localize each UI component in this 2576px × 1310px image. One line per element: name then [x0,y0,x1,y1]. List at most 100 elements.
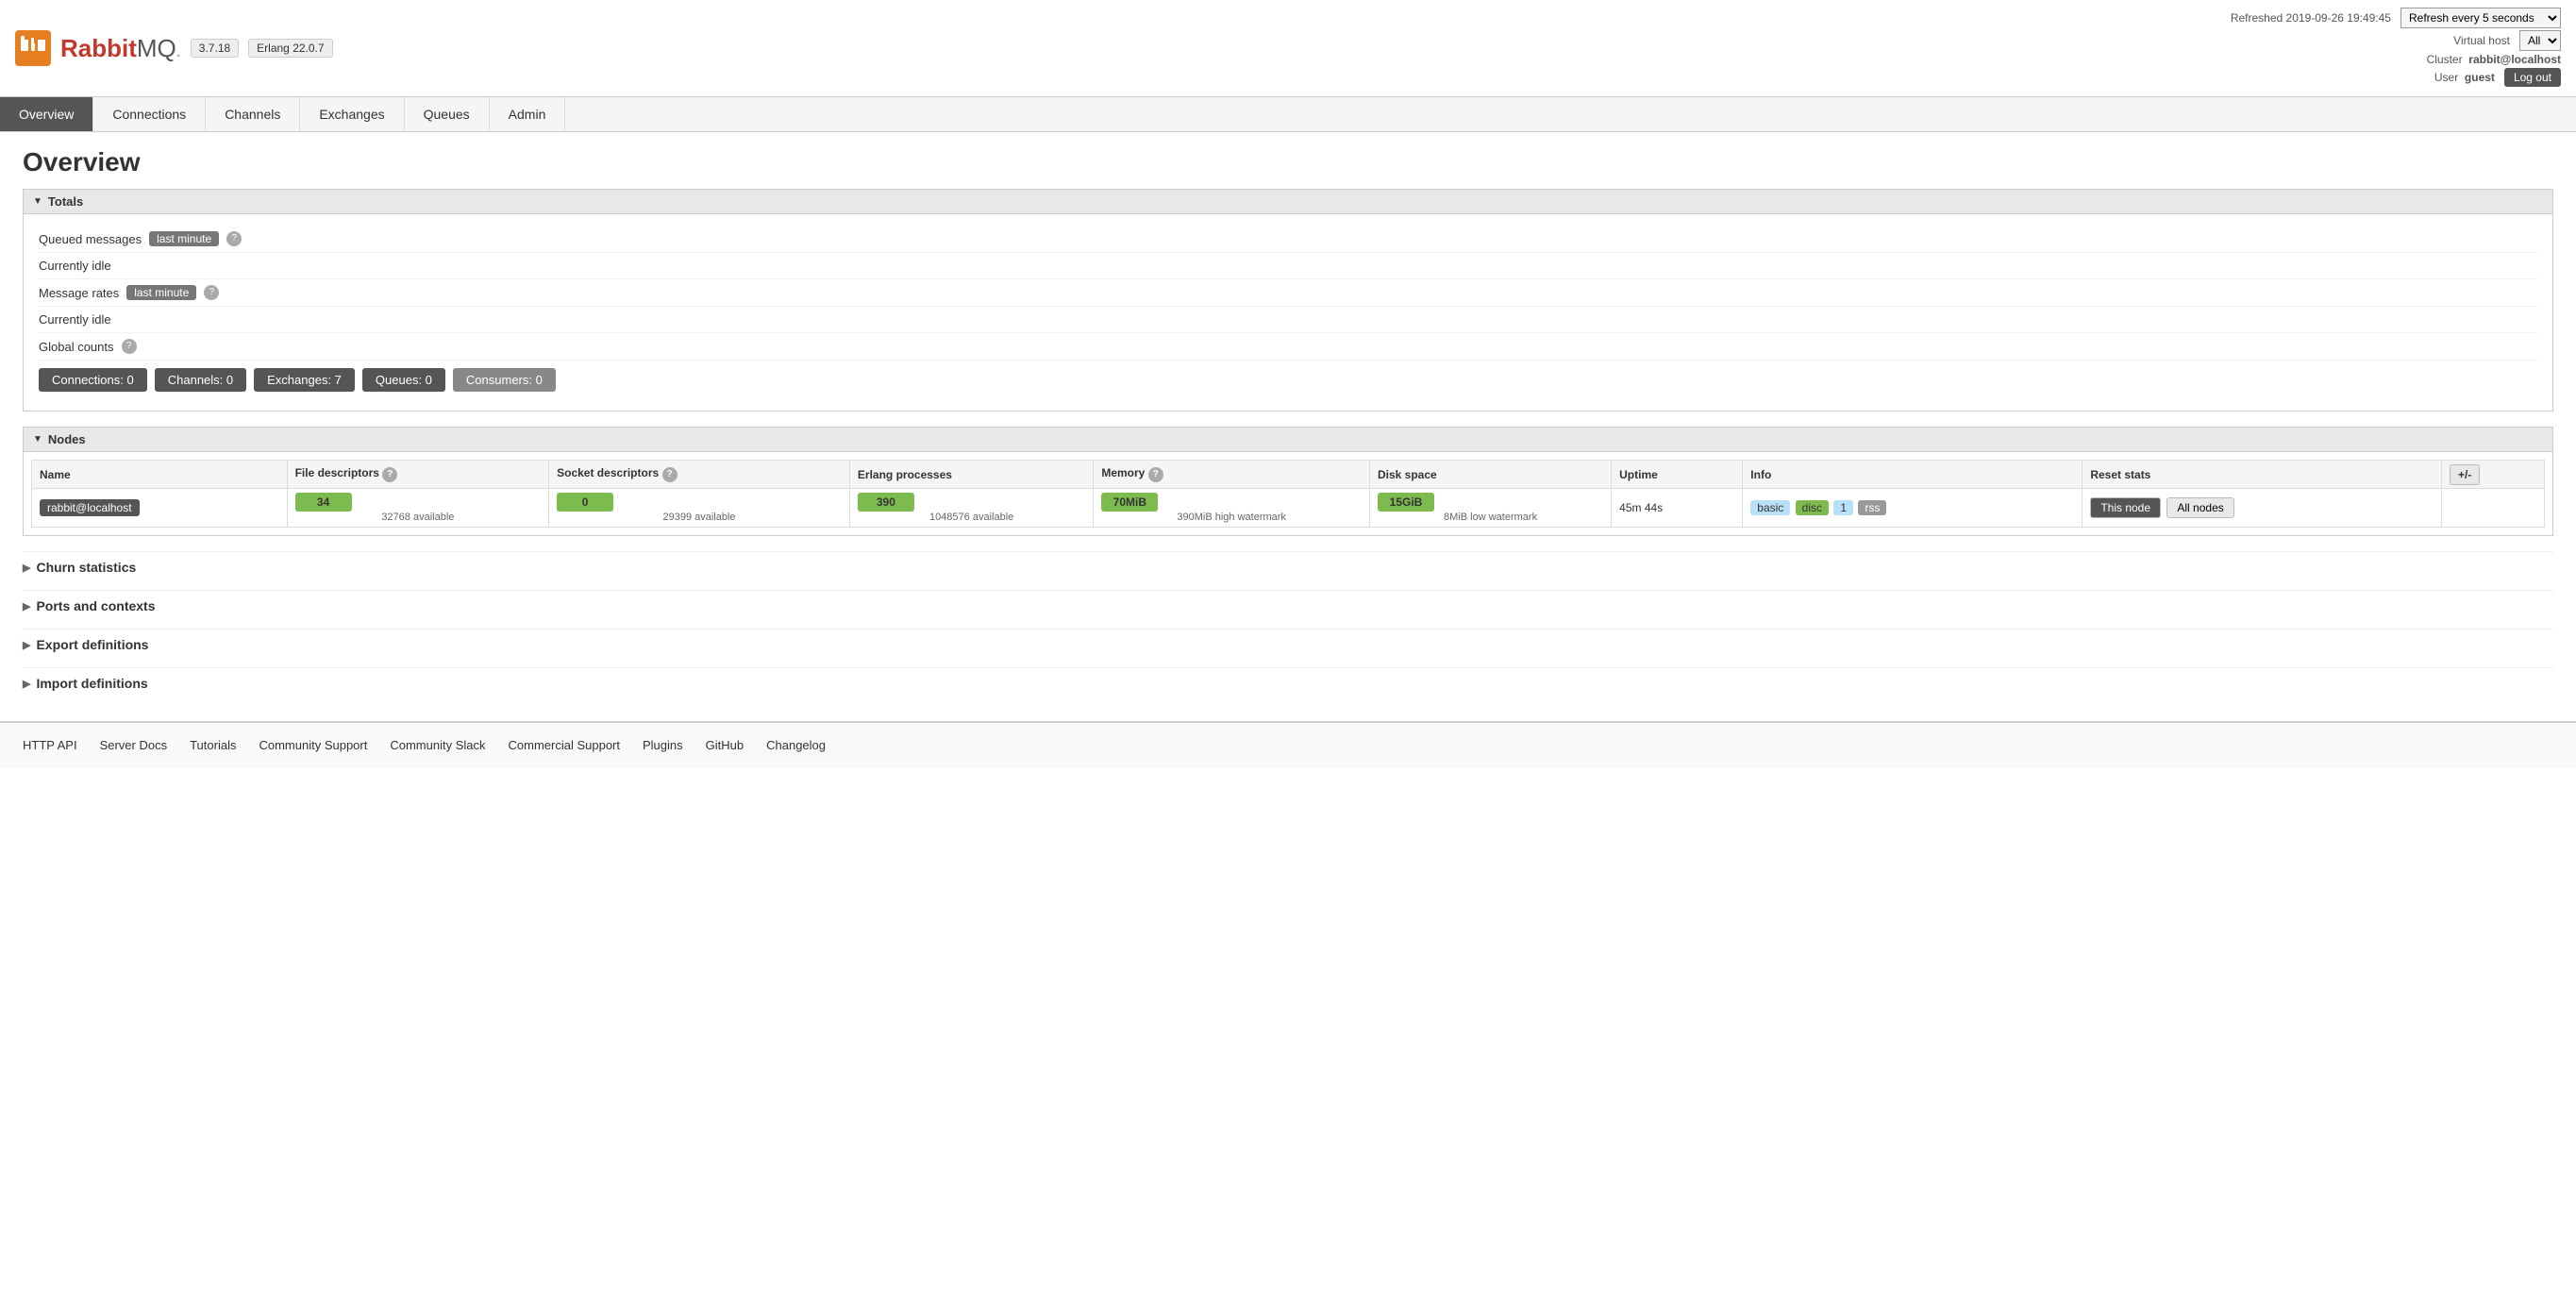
import-definitions-header[interactable]: ▶ Import definitions [23,667,2553,698]
erlang-badge: Erlang 22.0.7 [248,39,332,58]
info-tag-basic: basic [1750,500,1790,515]
nodes-section-label: Nodes [48,432,86,446]
user-label: User [2434,71,2458,84]
queued-messages-help[interactable]: ? [226,231,242,246]
churn-statistics-header[interactable]: ▶ Churn statistics [23,551,2553,582]
col-memory: Memory ? [1094,461,1370,489]
memory-cell: 70MiB 390MiB high watermark [1094,489,1370,528]
footer-link-server-docs[interactable]: Server Docs [100,738,168,752]
user-value: guest [2465,71,2495,84]
export-label: Export definitions [36,637,148,652]
queues-count-button[interactable]: Queues: 0 [362,368,445,392]
virtual-host-label: Virtual host [2453,34,2510,47]
refresh-select[interactable]: Refresh every 5 seconds No refresh Refre… [2400,8,2561,28]
file-desc-cell: 34 32768 available [287,489,549,528]
col-disk-space: Disk space [1369,461,1611,489]
message-rates-help[interactable]: ? [204,285,219,300]
virtual-host-select[interactable]: All [2519,30,2561,51]
erlang-proc-avail: 1048576 available [858,512,1085,523]
nodes-section: ▼ Nodes Name File descriptors ? Socket d… [23,427,2553,536]
currently-idle-2-text: Currently idle [39,312,111,327]
export-definitions-header[interactable]: ▶ Export definitions [23,629,2553,660]
logout-button[interactable]: Log out [2504,68,2561,87]
global-counts-help[interactable]: ? [122,339,137,354]
plus-minus-button[interactable]: +/- [2450,464,2480,485]
col-socket-desc: Socket descriptors ? [549,461,850,489]
this-node-button[interactable]: This node [2090,497,2161,518]
col-erlang-proc: Erlang processes [849,461,1093,489]
footer: HTTP API Server Docs Tutorials Community… [0,721,2576,767]
socket-desc-value: 0 [557,493,613,512]
node-name-cell: rabbit@localhost [32,489,288,528]
memory-help-icon[interactable]: ? [1148,467,1163,482]
footer-link-github[interactable]: GitHub [706,738,744,752]
node-name-badge: rabbit@localhost [40,499,140,516]
channels-count-button[interactable]: Channels: 0 [155,368,246,392]
currently-idle-1-row: Currently idle [39,253,2537,279]
nav-item-queues[interactable]: Queues [405,97,490,131]
file-desc-help-icon[interactable]: ? [382,467,397,482]
nodes-arrow-icon: ▼ [33,434,42,445]
cluster-label: Cluster [2427,53,2463,66]
footer-link-commercial-support[interactable]: Commercial Support [509,738,621,752]
socket-desc-avail: 29399 available [557,512,842,523]
counts-row: Connections: 0 Channels: 0 Exchanges: 7 … [39,361,2537,399]
global-counts-label: Global counts [39,340,114,354]
message-rates-label: Message rates [39,286,119,300]
queued-messages-label: Queued messages [39,232,142,246]
refreshed-label: Refreshed [2231,11,2283,25]
uptime-cell: 45m 44s [1612,489,1743,528]
ports-arrow-icon: ▶ [23,600,30,613]
col-reset-stats: Reset stats [2083,461,2442,489]
disk-watermark: 8MiB low watermark [1378,512,1603,523]
cluster-value: rabbit@localhost [2468,53,2561,66]
reset-stats-cell: This node All nodes [2083,489,2442,528]
churn-statistics-section: ▶ Churn statistics [23,551,2553,582]
nav-item-admin[interactable]: Admin [490,97,566,131]
currently-idle-1-text: Currently idle [39,259,111,273]
nav-item-connections[interactable]: Connections [93,97,206,131]
footer-link-plugins[interactable]: Plugins [643,738,683,752]
refreshed-timestamp: 2019-09-26 19:49:45 [2286,11,2391,25]
table-row: rabbit@localhost 34 32768 available 0 29… [32,489,2545,528]
col-info: Info [1743,461,2083,489]
totals-section-content: Queued messages last minute ? Currently … [23,214,2553,411]
app-logo-text: RabbitMQ. [60,34,181,63]
queued-messages-row: Queued messages last minute ? [39,226,2537,253]
import-definitions-section: ▶ Import definitions [23,667,2553,698]
col-file-desc: File descriptors ? [287,461,549,489]
totals-section-header[interactable]: ▼ Totals [23,189,2553,214]
message-rates-badge: last minute [126,285,196,300]
version-badge: 3.7.18 [191,39,239,58]
nav-item-channels[interactable]: Channels [206,97,300,131]
info-tag-disc: disc [1796,500,1829,515]
footer-link-community-support[interactable]: Community Support [259,738,367,752]
nav-item-exchanges[interactable]: Exchanges [300,97,404,131]
footer-link-http-api[interactable]: HTTP API [23,738,77,752]
ports-contexts-header[interactable]: ▶ Ports and contexts [23,590,2553,621]
extra-cell [2441,489,2544,528]
nodes-section-header[interactable]: ▼ Nodes [23,427,2553,452]
file-desc-value: 34 [295,493,352,512]
connections-count-button[interactable]: Connections: 0 [39,368,147,392]
col-plus-minus[interactable]: +/- [2441,461,2544,489]
all-nodes-button[interactable]: All nodes [2166,497,2233,518]
queued-messages-badge: last minute [149,231,219,246]
erlang-proc-value: 390 [858,493,914,512]
file-desc-avail: 32768 available [295,512,542,523]
footer-link-tutorials[interactable]: Tutorials [190,738,236,752]
footer-link-changelog[interactable]: Changelog [766,738,826,752]
consumers-count-button[interactable]: Consumers: 0 [453,368,556,392]
memory-value: 70MiB [1101,493,1158,512]
col-uptime: Uptime [1612,461,1743,489]
global-counts-row: Global counts ? [39,333,2537,361]
disk-space-value: 15GiB [1378,493,1434,512]
socket-desc-help-icon[interactable]: ? [662,467,677,482]
exchanges-count-button[interactable]: Exchanges: 7 [254,368,355,392]
footer-link-community-slack[interactable]: Community Slack [390,738,485,752]
nav-item-overview[interactable]: Overview [0,97,93,131]
message-rates-row: Message rates last minute ? [39,279,2537,307]
export-definitions-section: ▶ Export definitions [23,629,2553,660]
nodes-table: Name File descriptors ? Socket descripto… [31,460,2545,528]
info-cell: basic disc 1 rss [1743,489,2083,528]
